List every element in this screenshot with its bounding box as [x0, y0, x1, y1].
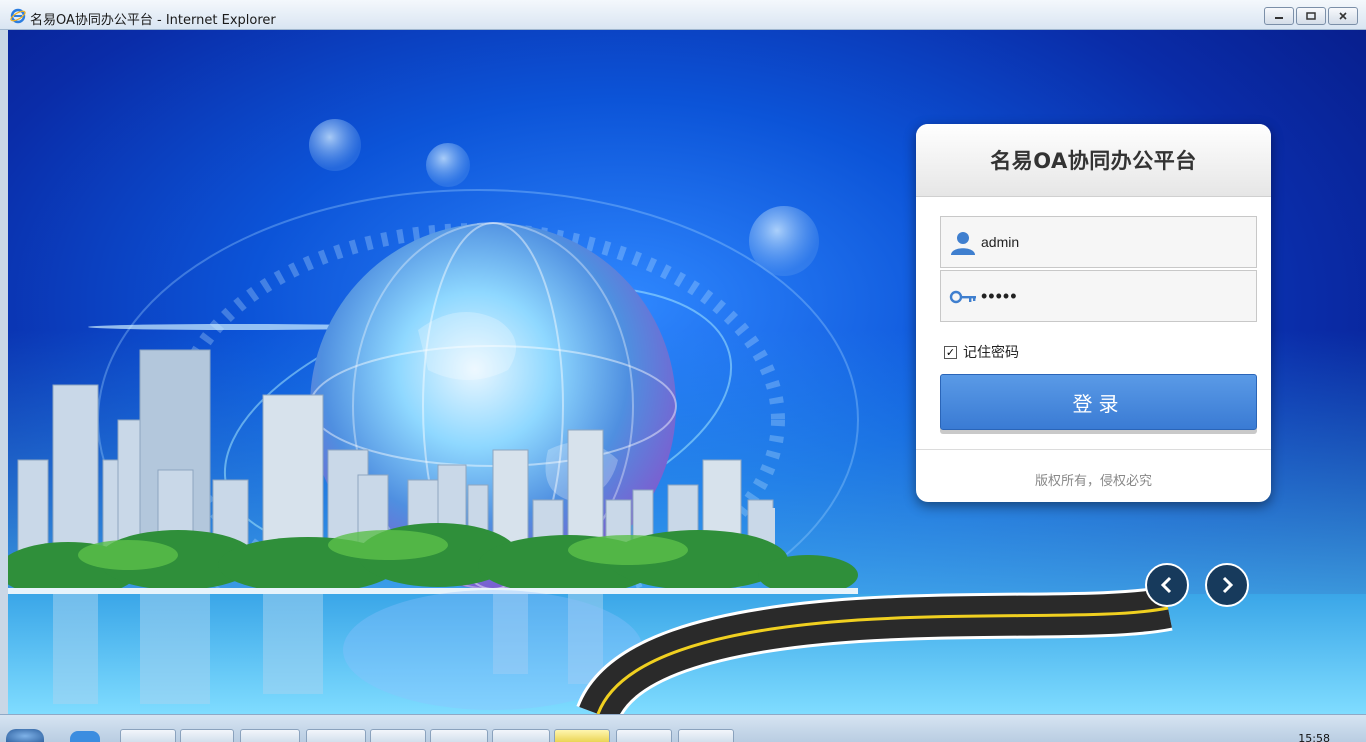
carousel-prev-button[interactable]: [1145, 563, 1189, 607]
start-button[interactable]: [6, 729, 44, 742]
login-header: 名易OA协同办公平台: [916, 124, 1271, 197]
page-viewport: 名易OA协同办公平台 ✓ 记住密码: [8, 30, 1366, 714]
chevron-right-icon: [1222, 576, 1234, 594]
restore-icon: [1306, 12, 1316, 20]
remember-checkbox[interactable]: ✓: [944, 345, 957, 359]
close-icon: [1339, 12, 1347, 20]
taskbar-item[interactable]: [180, 729, 234, 742]
browser-window: 名易OA协同办公平台 - Internet Explorer 名易OA协同办公平…: [0, 0, 1366, 742]
minimize-button[interactable]: [1264, 7, 1294, 25]
taskbar-app-icon[interactable]: [70, 731, 100, 742]
window-frame: [0, 30, 8, 714]
username-field[interactable]: [940, 216, 1257, 268]
title-bar: 名易OA协同办公平台 - Internet Explorer: [0, 0, 1366, 30]
user-icon: [951, 232, 975, 255]
login-title: 名易OA协同办公平台: [990, 149, 1197, 173]
remember-label: 记住密码: [963, 345, 1019, 361]
carousel-next-button[interactable]: [1205, 563, 1249, 607]
taskbar-item[interactable]: [120, 729, 176, 742]
taskbar-item-active[interactable]: [554, 729, 610, 742]
copyright-text: 版权所有，侵权必究: [1034, 474, 1152, 489]
taskbar-item[interactable]: [678, 729, 734, 742]
close-button[interactable]: [1328, 7, 1358, 25]
chevron-left-icon: [1160, 576, 1172, 594]
taskbar: 15:58: [0, 714, 1366, 742]
taskbar-clock: 15:58: [1298, 732, 1330, 742]
password-input[interactable]: [981, 271, 1251, 321]
remember-password[interactable]: ✓ 记住密码: [944, 342, 1019, 362]
login-button[interactable]: 登录: [940, 374, 1257, 430]
minimize-icon: [1275, 17, 1283, 19]
taskbar-item[interactable]: [430, 729, 488, 742]
password-field[interactable]: [940, 270, 1257, 322]
window-title: 名易OA协同办公平台 - Internet Explorer: [30, 13, 276, 28]
taskbar-item[interactable]: [492, 729, 550, 742]
key-icon: [949, 290, 976, 304]
taskbar-item[interactable]: [306, 729, 366, 742]
login-panel: 名易OA协同办公平台 ✓ 记住密码: [916, 124, 1271, 502]
taskbar-item[interactable]: [240, 729, 300, 742]
username-input[interactable]: [981, 217, 1251, 267]
taskbar-item[interactable]: [370, 729, 426, 742]
internet-explorer-icon: [10, 8, 26, 24]
divider: [916, 449, 1271, 450]
taskbar-item[interactable]: [616, 729, 672, 742]
restore-button[interactable]: [1296, 7, 1326, 25]
window-controls: [1264, 7, 1358, 25]
